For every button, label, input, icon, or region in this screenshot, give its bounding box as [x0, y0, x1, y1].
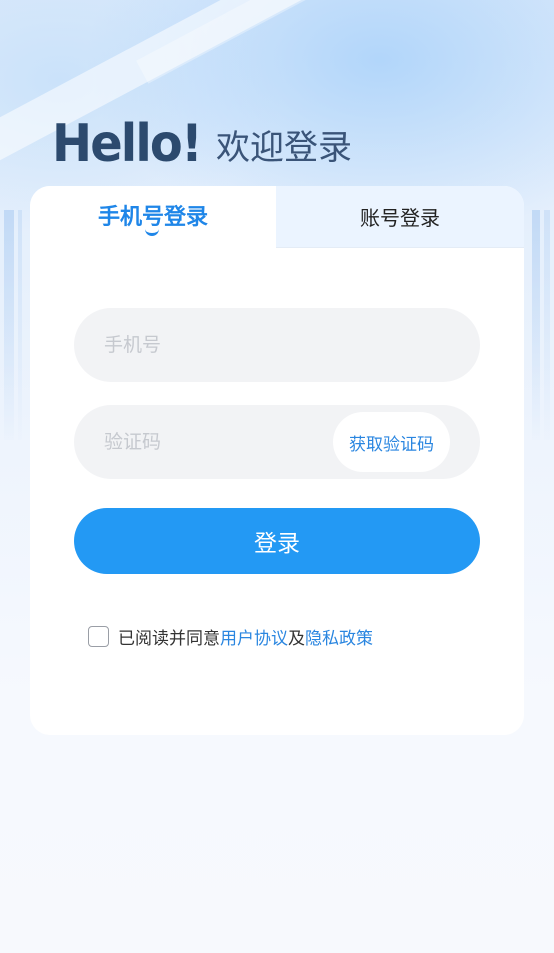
get-code-button[interactable]: 获取验证码	[333, 412, 450, 472]
agreement-and: 及	[288, 628, 305, 649]
user-agreement-link[interactable]: 用户协议	[220, 624, 288, 649]
login-tabs: 手机号登录 账号登录	[30, 186, 524, 248]
agreement-row: 已阅读并同意 用户协议 及 隐私政策	[88, 624, 373, 649]
agreement-checkbox[interactable]	[88, 625, 109, 647]
agreement-prefix: 已阅读并同意	[118, 628, 220, 649]
tab-account-login-label: 账号登录	[360, 205, 440, 230]
login-card: 手机号登录 账号登录 获取验证码 登录 已阅读并同意 用户协议 及 隐私政策	[30, 186, 524, 735]
welcome-title: 欢迎登录	[216, 128, 352, 168]
tab-phone-login[interactable]: 手机号登录	[30, 186, 276, 248]
code-input[interactable]	[104, 405, 324, 479]
phone-input[interactable]	[104, 308, 324, 382]
tab-phone-login-label: 手机号登录	[97, 205, 208, 230]
privacy-policy-link[interactable]: 隐私政策	[305, 624, 373, 649]
code-field: 获取验证码	[74, 405, 480, 479]
active-tab-indicator	[145, 228, 159, 236]
hello-title: Hello!	[52, 114, 203, 174]
phone-field	[74, 308, 480, 382]
tab-account-login[interactable]: 账号登录	[276, 186, 524, 248]
login-button[interactable]: 登录	[74, 508, 480, 574]
